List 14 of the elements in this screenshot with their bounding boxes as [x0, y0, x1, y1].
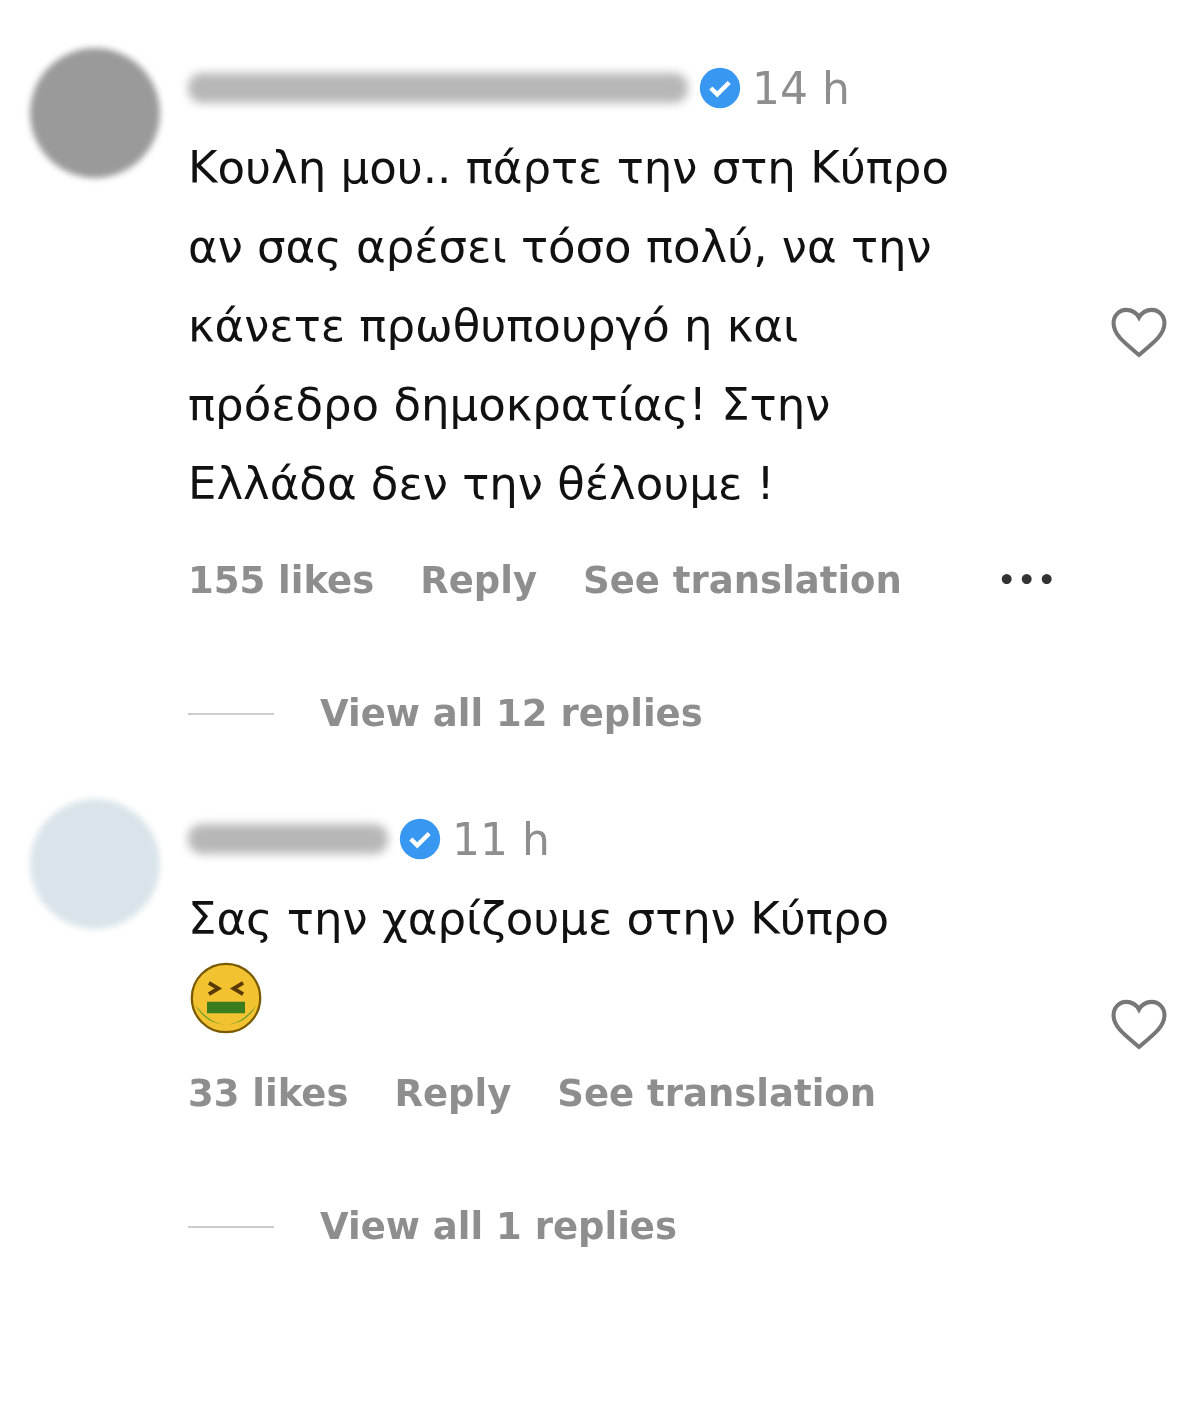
like-count[interactable]: 33 likes — [188, 1072, 349, 1115]
view-replies-button[interactable]: View all 12 replies — [320, 692, 703, 735]
avatar[interactable] — [30, 48, 160, 178]
like-count[interactable]: 155 likes — [188, 559, 375, 602]
comment-text: Κουλη μου.. πάρτε την στη Κύπρο αν σας αρέσει τόσο πολύ, να την κάνετε πρωθυπουργό η και πρόεδρο δημοκρατίας! Στην Ελλάδα δεν την θέλουμε ! — [188, 140, 950, 512]
view-replies-button[interactable]: View all 1 replies — [320, 1205, 677, 1248]
see-translation-link[interactable]: See translation — [557, 1072, 877, 1115]
reply-button[interactable]: Reply — [420, 559, 538, 602]
timestamp: 14 h — [752, 62, 850, 114]
timestamp: 11 h — [452, 813, 550, 865]
comment-text: Σας την χαρίζουμε στην Κύπρο — [188, 891, 890, 947]
see-translation-link[interactable]: See translation — [583, 559, 902, 602]
more-options-button[interactable]: ••• — [997, 564, 1058, 597]
reply-button[interactable]: Reply — [394, 1072, 512, 1115]
